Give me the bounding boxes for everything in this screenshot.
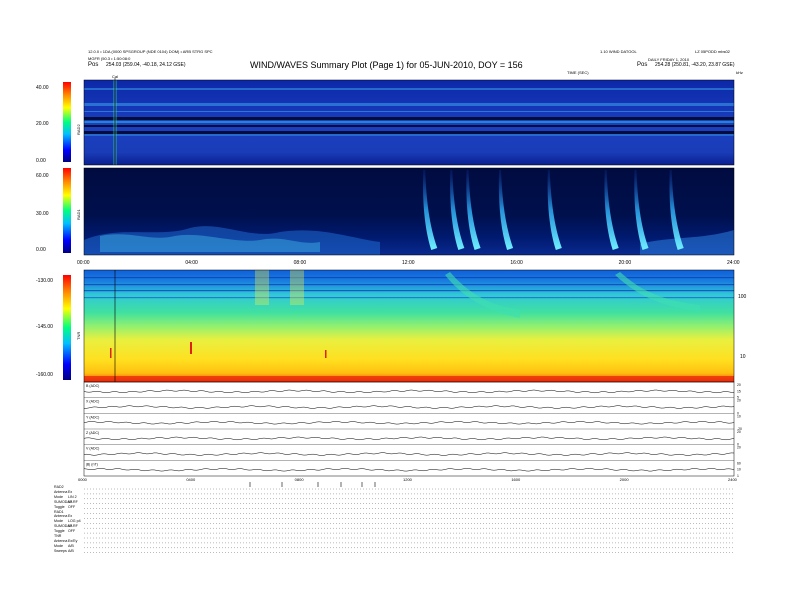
- status-value: A/B: [68, 543, 74, 548]
- mag-row-label: X (ADC): [86, 400, 99, 404]
- rad1-xtick-label: 04:00: [185, 260, 198, 266]
- status-row: SweepsA/B: [54, 549, 81, 554]
- rad1-xtick-label: 12:00: [402, 260, 415, 266]
- tnr-ytick-160: -160.00: [36, 372, 53, 378]
- mag-xtick-label: 2000: [620, 477, 630, 482]
- status-value: A/B: [68, 548, 74, 553]
- rad1-ytick-30: 30.00: [36, 211, 49, 217]
- status-ticks: [249, 482, 376, 487]
- rad2-ytick-0: 0.00: [36, 158, 46, 164]
- rad2-ytick-40: 40.00: [36, 85, 49, 91]
- status-value: ILLRF: [68, 524, 78, 529]
- tnr-right-tick-100: 100: [738, 294, 747, 300]
- mag-trace: [83, 468, 735, 472]
- mag-trace: [83, 436, 735, 441]
- mag-right-tick: 20: [737, 399, 741, 403]
- status-value: OFF: [68, 504, 76, 509]
- rad1-xtick-label: 00:00: [77, 260, 90, 266]
- rad1-xtick-label: 16:00: [510, 260, 523, 266]
- mag-row-label: Y (ADC): [86, 415, 99, 419]
- mag-right-tick: 20: [737, 383, 741, 387]
- mag-row-label: Z (ADC): [86, 431, 99, 435]
- mag-right-tick: 10: [737, 414, 741, 418]
- status-label: Sweeps: [54, 548, 67, 553]
- mag-xtick-label: 2400: [728, 477, 738, 482]
- status-value: LIN 2: [68, 494, 77, 499]
- status-dotted-lines: [84, 488, 734, 553]
- tnr-colorbar: [63, 275, 71, 380]
- tnr-right-tick-10: 10: [740, 354, 746, 360]
- mag-xtick-label: 0000: [78, 477, 88, 482]
- status-value: OFF: [68, 529, 76, 534]
- status-block: RAD2 AntennaEx Mode LIN 2 SUMODAPILLRF Toggle…: [54, 485, 81, 554]
- status-value: Ex/Ey: [68, 538, 78, 543]
- cal-marker-label: Cal: [112, 74, 118, 79]
- rad2-ylabel: RAD2: [76, 124, 81, 135]
- status-value: Ex: [68, 514, 73, 519]
- mag-row-label: |B| (nT): [86, 462, 98, 466]
- rad1-xtick-label: 20:00: [619, 260, 632, 266]
- rad1-xtick-label: 08:00: [294, 260, 307, 266]
- mag-right-tick: 1: [737, 474, 739, 478]
- mag-rows: B (ADC) 20155X (ADC) 200Y (ADC) 10-20Z (ADC…: [83, 383, 742, 478]
- rad1-ylabel: RAD1: [76, 209, 81, 220]
- mag-xtick-label: 1600: [511, 477, 521, 482]
- mag-xtick-label: 1200: [403, 477, 413, 482]
- mag-right-tick: 15: [737, 389, 741, 393]
- summary-plot: Cal 40.00 20.00 0.00 RAD2 60.00 30.00 0.…: [36, 74, 747, 553]
- mag-row-label: V (ADC): [86, 447, 99, 451]
- mag-trace: [83, 452, 735, 456]
- mag-trace: [83, 389, 735, 394]
- status-value: ILLRF: [68, 499, 78, 504]
- mag-right-tick: 20: [737, 430, 741, 434]
- status-value: LOG p4: [68, 519, 81, 524]
- tnr-ytick-145: -145.00: [36, 324, 53, 330]
- mag-xtick-label: 0800: [295, 477, 305, 482]
- rad1-ytick-0: 0.00: [36, 247, 46, 253]
- mag-xtick-label: 0400: [186, 477, 196, 482]
- rad1-ytick-60: 60.00: [36, 173, 49, 179]
- mag-x-ticks: 0000 0400 0800 1200 1600 2000 2400: [78, 477, 738, 482]
- mag-trace: [84, 405, 735, 409]
- mag-right-tick: 10: [737, 468, 741, 472]
- status-value: Ex: [68, 489, 73, 494]
- mag-right-tick: 60: [737, 461, 741, 465]
- rad1-x-ticks: 00:00 04:00 08:00 12:00 16:00 20:00 24:00: [77, 260, 740, 266]
- rad1-colorbar: [63, 168, 71, 253]
- tnr-ytick-130: -130.00: [36, 278, 53, 284]
- tnr-ylabel: TNR: [76, 332, 81, 340]
- rad1-xtick-label: 24:00: [727, 260, 740, 266]
- mag-right-tick: 20: [737, 446, 741, 450]
- mag-trace: [83, 421, 735, 425]
- rad2-ytick-20: 20.00: [36, 121, 49, 127]
- rad2-colorbar: [63, 82, 71, 162]
- mag-row-label: B (ADC): [86, 384, 99, 388]
